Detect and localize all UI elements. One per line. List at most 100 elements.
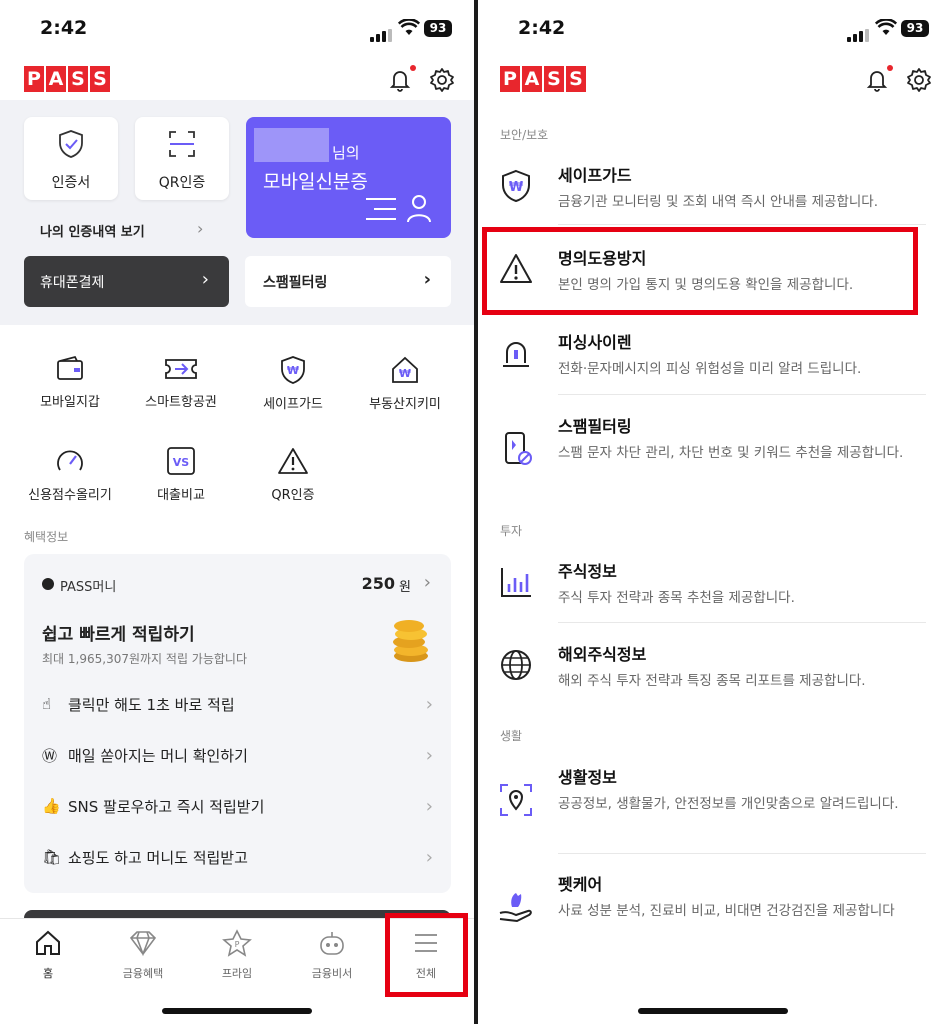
chevron-right-icon: › <box>197 219 204 238</box>
phone-pay-label: 휴대폰결제 <box>40 275 105 291</box>
bar-chart-icon <box>501 568 531 597</box>
svg-text:₩: ₩ <box>399 367 411 380</box>
menu-item-desc: 주식 투자 전략과 종목 추천을 제공합니다. <box>558 590 795 606</box>
grid-label: QR인증 <box>271 488 315 503</box>
benefit-row[interactable]: 👍 SNS 팔로우하고 즉시 적립받기 › <box>42 786 433 826</box>
grid-item-ticket[interactable]: 스마트항공권 <box>126 355 236 410</box>
pass-money-value: 250 <box>361 574 395 593</box>
svg-text:₩: ₩ <box>509 180 524 195</box>
diamond-icon <box>129 931 157 957</box>
chevron-right-icon: › <box>201 269 209 290</box>
home-icon <box>36 930 60 955</box>
shopping-bag-icon: 🛍 <box>42 848 62 866</box>
menu-item-phishing-siren[interactable]: 피싱사이렌 전화·문자메시지의 피싱 위험성을 미리 알려 드립니다. <box>498 329 928 379</box>
bell-icon[interactable] <box>386 66 414 94</box>
grid-label: 신용점수올리기 <box>28 488 112 503</box>
grid-label: 대출비교 <box>157 488 205 503</box>
id-suffix: 님의 <box>332 144 360 162</box>
menu-item-stock-info[interactable]: 주식정보 주식 투자 전략과 종목 추천을 제공합니다. <box>498 558 928 608</box>
grid-item-credit[interactable]: 신용점수올리기 <box>15 446 125 503</box>
menu-item-desc: 전화·문자메시지의 피싱 위험성을 미리 알려 드립니다. <box>558 361 862 377</box>
benefit-row[interactable]: Ⓦ 매일 쏟아지는 머니 확인하기 › <box>42 735 433 775</box>
logo-letter: P <box>500 66 520 92</box>
grid-item-loan[interactable]: VS 대출비교 <box>126 446 236 503</box>
ticket-icon <box>165 359 197 379</box>
vs-icon: VS <box>167 447 195 475</box>
menu-item-spam-filter[interactable]: 스팸필터링 스팸 문자 차단 관리, 차단 번호 및 키워드 추천을 제공합니다… <box>498 413 928 488</box>
benefit-headline: 쉽고 빠르게 적립하기 <box>42 625 195 645</box>
home-indicator <box>162 1008 312 1014</box>
tab-finance-assistant[interactable]: 금융비서 <box>287 929 377 981</box>
logo-letter: S <box>68 66 88 92</box>
menu-item-safeguard[interactable]: ₩ 세이프가드 금융기관 모니터링 및 조회 내역 즉시 안내를 제공합니다. <box>498 162 928 212</box>
grid-label: 스마트항공권 <box>145 395 217 410</box>
menu-item-title: 세이프가드 <box>558 166 632 185</box>
logo-letter: S <box>90 66 110 92</box>
gear-icon[interactable] <box>905 66 933 94</box>
tab-home[interactable]: 홈 <box>3 929 93 981</box>
thumbs-up-icon: 👍 <box>42 797 61 815</box>
pass-logo: P A S S <box>500 66 586 92</box>
logo-letter: P <box>24 66 44 92</box>
pass-money-icon <box>42 578 54 590</box>
star-icon: P <box>222 929 252 957</box>
bell-icon[interactable] <box>863 66 891 94</box>
status-time: 2:42 <box>40 17 88 39</box>
cert-history-link[interactable]: 나의 인증내역 보기 <box>40 221 145 240</box>
signal-icon <box>370 23 394 42</box>
logo-letter: A <box>46 66 66 92</box>
won-coin-icon: Ⓦ <box>42 746 58 765</box>
pass-logo: P A S S <box>24 66 110 92</box>
benefit-row[interactable]: 🛍 쇼핑도 하고 머니도 적립받고 › <box>42 837 433 877</box>
menu-item-desc: 금융기관 모니터링 및 조회 내역 즉시 안내를 제공합니다. <box>558 194 878 210</box>
spam-filter-button[interactable]: 스팸필터링 › <box>245 256 451 307</box>
cert-label: 인증서 <box>51 175 91 191</box>
tap-icon: ☝ <box>42 695 52 713</box>
separator <box>558 622 926 623</box>
benefit-sub: 최대 1,965,307원까지 적립 가능합니다 <box>42 652 247 666</box>
logo-letter: S <box>544 66 564 92</box>
shield-icon: ₩ <box>281 356 305 384</box>
menu-item-overseas-stock[interactable]: 해외주식정보 해외 주식 투자 전략과 특징 종목 리포트를 제공합니다. <box>498 641 928 691</box>
pass-money-unit[interactable]: 원 <box>399 576 411 595</box>
gear-icon[interactable] <box>428 66 456 94</box>
section-invest: 투자 <box>500 524 523 538</box>
section-security: 보안/보호 <box>500 128 549 142</box>
notification-dot <box>887 65 893 71</box>
spam-filter-label: 스팸필터링 <box>263 275 328 291</box>
cert-card[interactable]: 인증서 <box>24 117 118 200</box>
svg-text:P: P <box>235 940 240 949</box>
menu-lines-icon <box>366 198 396 220</box>
grid-item-safeguard[interactable]: ₩ 세이프가드 <box>238 355 348 412</box>
menu-item-desc: 사료 성분 분석, 진료비 비교, 비대면 건강검진을 제공합니다 <box>558 903 895 919</box>
logo-letter: S <box>566 66 586 92</box>
mobile-id-card[interactable]: 님의 모바일신분증 <box>246 117 451 238</box>
grid-item-realestate[interactable]: ₩ 부동산지키미 <box>350 355 460 412</box>
tab-label: 금융비서 <box>311 967 353 980</box>
grid-label: 세이프가드 <box>263 397 323 412</box>
signal-icon <box>847 23 871 42</box>
grid-item-qr[interactable]: QR인증 <box>238 446 348 503</box>
notification-dot <box>410 65 416 71</box>
grid-label: 부동산지키미 <box>369 397 441 412</box>
menu-item-title: 스팸필터링 <box>558 417 632 436</box>
benefit-row[interactable]: ☝ 클릭만 해도 1초 바로 적립 › <box>42 684 433 724</box>
menu-item-life-info[interactable]: 생활정보 공공정보, 생활물가, 안전정보를 개인맞춤으로 알려드립니다. <box>498 764 928 839</box>
menu-item-desc: 해외 주식 투자 전략과 특징 종목 리포트를 제공합니다. <box>558 673 866 689</box>
separator <box>558 224 926 225</box>
qr-card[interactable]: QR인증 <box>135 117 229 200</box>
right-screen: 2:42 93 P A S S 보안/보호 ₩ 세이프가드 금융기관 모니터링 … <box>478 0 951 1024</box>
pet-hand-icon <box>499 893 532 923</box>
location-frame-icon <box>500 784 532 816</box>
phone-pay-button[interactable]: 휴대폰결제 › <box>24 256 229 307</box>
bottom-fade <box>478 970 951 1024</box>
chevron-right-icon: › <box>425 744 433 766</box>
menu-item-pet-care[interactable]: 펫케어 사료 성분 분석, 진료비 비교, 비대면 건강검진을 제공합니다 <box>498 871 928 946</box>
blurred-name <box>254 128 329 162</box>
menu-item-title: 주식정보 <box>558 562 617 581</box>
tab-finance-benefit[interactable]: 금융혜택 <box>98 929 188 981</box>
tab-prime[interactable]: P 프라임 <box>192 929 282 981</box>
logo-letter: A <box>522 66 542 92</box>
menu-item-desc: 스팸 문자 차단 관리, 차단 번호 및 키워드 추천을 제공합니다. <box>558 445 904 461</box>
grid-item-wallet[interactable]: 모바일지갑 <box>15 355 125 410</box>
